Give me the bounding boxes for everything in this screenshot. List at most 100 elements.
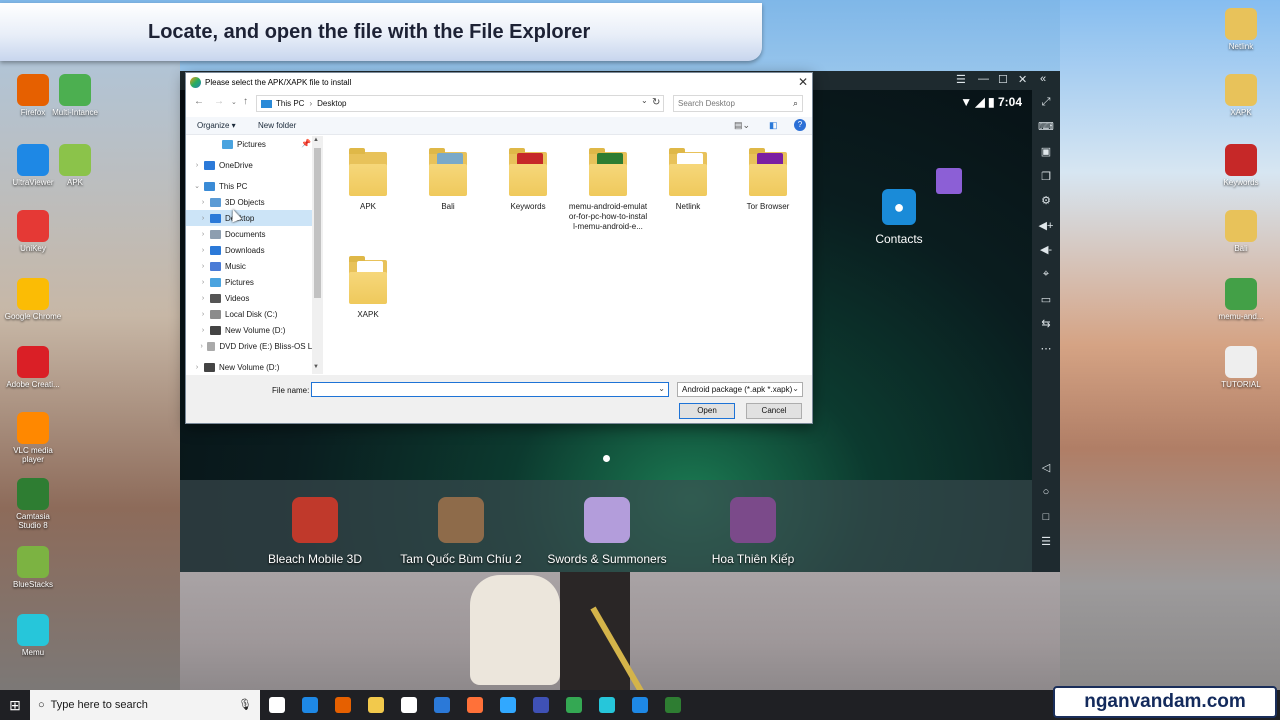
taskbar-app-app-s[interactable] (623, 690, 656, 720)
nav-item[interactable]: › New Volume (D:) (186, 322, 314, 338)
pin-icon[interactable]: 📌 (301, 139, 311, 148)
dialog-close-icon[interactable]: ✕ (798, 75, 808, 89)
gift-icon[interactable] (936, 168, 962, 194)
taskbar-app-camtasia[interactable] (656, 690, 689, 720)
taskbar-app-firefox[interactable] (326, 690, 359, 720)
folder-icon[interactable]: ▭ (1032, 287, 1060, 312)
microphone-icon[interactable]: 🎙 (238, 698, 252, 711)
expand-chevron-icon[interactable]: › (198, 327, 208, 334)
location-icon[interactable]: ⌖ (1032, 262, 1060, 287)
taskbar-app-file-explorer[interactable] (359, 690, 392, 720)
breadcrumb-this-pc[interactable]: This PC (276, 99, 304, 108)
contacts-app[interactable]: ● Contacts (875, 189, 923, 246)
nav-item[interactable]: › 3D Objects (186, 194, 314, 210)
sync-icon[interactable]: ⇆ (1032, 311, 1060, 336)
folder-item[interactable]: Tor Browser (728, 148, 808, 212)
desktop-shortcut[interactable]: memu-and... (1212, 278, 1270, 321)
recents-icon[interactable]: □ (1032, 505, 1060, 530)
dock-app[interactable]: Tam Quốc Bùm Chíu 2 (386, 497, 536, 566)
breadcrumb-desktop[interactable]: Desktop (317, 99, 346, 108)
desktop-shortcut[interactable]: XAPK (1212, 74, 1270, 117)
view-options-icon[interactable]: ▤⌄ (734, 120, 750, 131)
preview-pane-icon[interactable]: ◧ (769, 120, 778, 131)
multi-window-icon[interactable]: ❐ (1032, 164, 1060, 189)
desktop-shortcut[interactable]: Netlink (1212, 8, 1270, 51)
folder-item[interactable]: XAPK (328, 256, 408, 320)
desktop-shortcut[interactable]: Bali (1212, 210, 1270, 253)
taskbar-app-firefox-2[interactable] (458, 690, 491, 720)
nav-item[interactable]: › DVD Drive (E:) Bliss-OS Li (186, 338, 314, 354)
expand-chevron-icon[interactable]: › (198, 279, 208, 286)
desktop-shortcut[interactable]: Multi-Intance (46, 74, 104, 117)
screenshot-icon[interactable]: ▣ (1032, 139, 1060, 164)
folder-item[interactable]: Netlink (648, 148, 728, 212)
expand-chevron-icon[interactable]: › (192, 162, 202, 169)
taskbar-app-app-blue[interactable] (524, 690, 557, 720)
file-name-input[interactable]: ⌄ (311, 382, 669, 397)
taskbar-search[interactable]: ○ Type here to search 🎙 (30, 690, 260, 720)
navigation-scrollbar[interactable]: ▲ ▼ (312, 136, 323, 374)
volume-down-icon[interactable]: ◀- (1032, 238, 1060, 263)
help-icon[interactable]: ? (794, 119, 806, 131)
nav-item[interactable]: › Documents (186, 226, 314, 242)
address-dropdown-icon[interactable]: ⌄ (641, 96, 648, 105)
expand-chevron-icon[interactable]: › (198, 215, 208, 222)
desktop-shortcut[interactable]: VLC media player (4, 412, 62, 464)
desktop-shortcut[interactable]: TUTORIAL (1212, 346, 1270, 389)
folder-item[interactable]: Keywords (488, 148, 568, 212)
desktop-shortcut[interactable]: Google Chrome (4, 278, 62, 321)
desktop-shortcut[interactable]: APK (46, 144, 104, 187)
volume-up-icon[interactable]: ◀+ (1032, 213, 1060, 238)
taskbar-app-task-view[interactable] (260, 690, 293, 720)
keyboard-icon[interactable]: ⌨ (1032, 115, 1060, 140)
home-icon[interactable]: ○ (1032, 480, 1060, 505)
nav-item[interactable]: › Music (186, 258, 314, 274)
desktop-shortcut[interactable]: Adobe Creati... (4, 346, 62, 389)
up-arrow-icon[interactable]: ↑ (243, 96, 248, 107)
open-button[interactable]: Open (679, 403, 735, 419)
address-bar[interactable]: This PC › Desktop (256, 95, 664, 112)
new-folder-button[interactable]: New folder (258, 121, 296, 130)
expand-chevron-icon[interactable]: ⌄ (192, 182, 202, 190)
expand-chevron-icon[interactable]: › (198, 263, 208, 270)
taskbar-app-store[interactable] (425, 690, 458, 720)
search-box[interactable]: Search Desktop ⌕ (673, 95, 803, 112)
folder-item[interactable]: APK (328, 148, 408, 212)
expand-chevron-icon[interactable]: › (198, 295, 208, 302)
organize-button[interactable]: Organize ▾ (197, 121, 236, 130)
expand-chevron-icon[interactable]: › (198, 199, 208, 206)
scroll-up-icon[interactable]: ▲ (313, 137, 319, 143)
start-button[interactable]: ⊞ (0, 690, 30, 720)
dock-app[interactable]: Swords & Summoners (532, 497, 682, 566)
menu-icon[interactable]: ☰ (956, 73, 966, 86)
expand-chevron-icon[interactable]: › (198, 343, 205, 350)
recent-dropdown-icon[interactable]: ⌄ (231, 98, 237, 106)
nav-item[interactable]: › New Volume (D:) (186, 359, 314, 374)
nav-item[interactable]: Pictures (186, 136, 314, 152)
nav-item[interactable]: › Videos (186, 290, 314, 306)
nav-item[interactable]: ⌄ This PC (186, 178, 314, 194)
fullscreen-icon[interactable]: ⤢ (1032, 90, 1060, 115)
back-icon[interactable]: ◁ (1032, 456, 1060, 481)
folder-item[interactable]: memu-android-emulator-for-pc-how-to-inst… (568, 148, 648, 232)
file-type-select[interactable]: Android package (*.apk *.xapk) ⌄ (677, 382, 803, 397)
nav-item[interactable]: › Local Disk (C:) (186, 306, 314, 322)
dock-app[interactable]: Hoa Thiên Kiếp (678, 497, 828, 566)
taskbar-app-mail[interactable] (392, 690, 425, 720)
expand-chevron-icon[interactable]: › (198, 247, 208, 254)
nav-item[interactable]: › OneDrive (186, 157, 314, 173)
back-arrow-icon[interactable]: ← (194, 96, 204, 107)
file-name-dropdown-icon[interactable]: ⌄ (658, 384, 665, 393)
nav-item[interactable]: › Downloads (186, 242, 314, 258)
forward-arrow-icon[interactable]: → (214, 96, 224, 107)
minimize-icon[interactable]: — (978, 73, 989, 85)
scroll-down-icon[interactable]: ▼ (313, 364, 319, 370)
taskbar-app-memu[interactable] (590, 690, 623, 720)
collapse-sidebar-icon[interactable]: « (1040, 73, 1046, 85)
refresh-icon[interactable]: ↻ (652, 97, 660, 108)
more-icon[interactable]: ⋯ (1032, 336, 1060, 361)
settings-icon[interactable]: ⚙ (1032, 188, 1060, 213)
app-drawer-icon[interactable]: ☰ (1032, 529, 1060, 554)
desktop-shortcut[interactable]: Camtasia Studio 8 (4, 478, 62, 530)
desktop-shortcut[interactable]: Memu (4, 614, 62, 657)
